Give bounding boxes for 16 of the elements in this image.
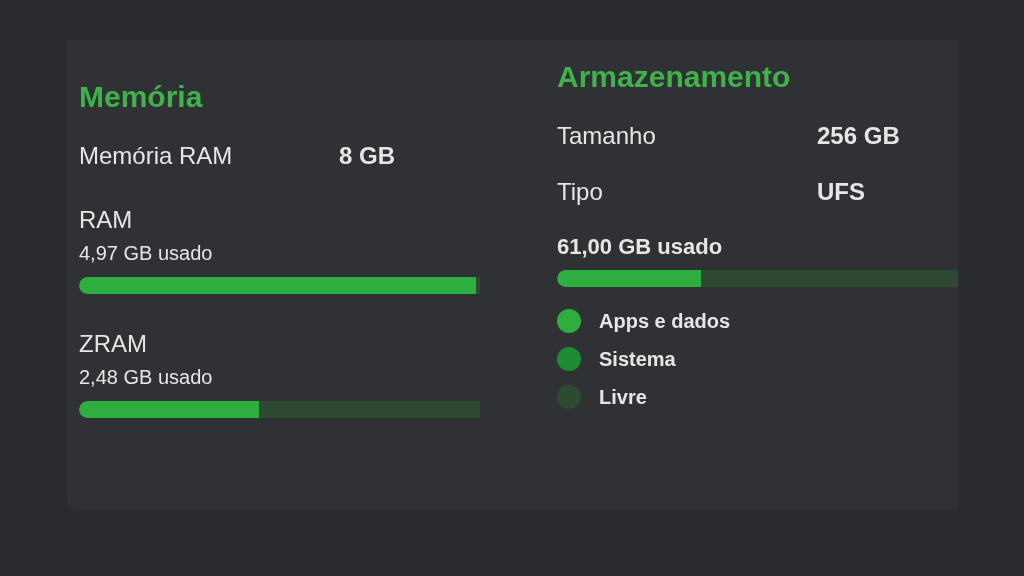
legend-label: Apps e dados — [599, 309, 731, 333]
usage-name: RAM — [79, 206, 134, 234]
spec-label: Tamanho — [557, 122, 657, 150]
usage-reading: 61,00 GB usado — [557, 234, 724, 260]
usage-reading: 2,48 GB usado — [79, 366, 214, 389]
usage-reading: 4,97 GB usado — [79, 242, 214, 265]
spec-value: 256 GB — [817, 122, 900, 150]
section-title: Armazenamento — [557, 60, 792, 94]
spec-value: UFS — [817, 178, 865, 206]
usage-name: ZRAM — [79, 330, 148, 358]
spec-label: Tipo — [557, 178, 604, 206]
spec-value: 8 GB — [339, 142, 395, 170]
spec-label: Memória RAM — [79, 142, 234, 170]
legend-label: Livre — [599, 385, 647, 409]
section-title: Memória — [79, 80, 204, 114]
legend-label: Sistema — [599, 347, 676, 371]
